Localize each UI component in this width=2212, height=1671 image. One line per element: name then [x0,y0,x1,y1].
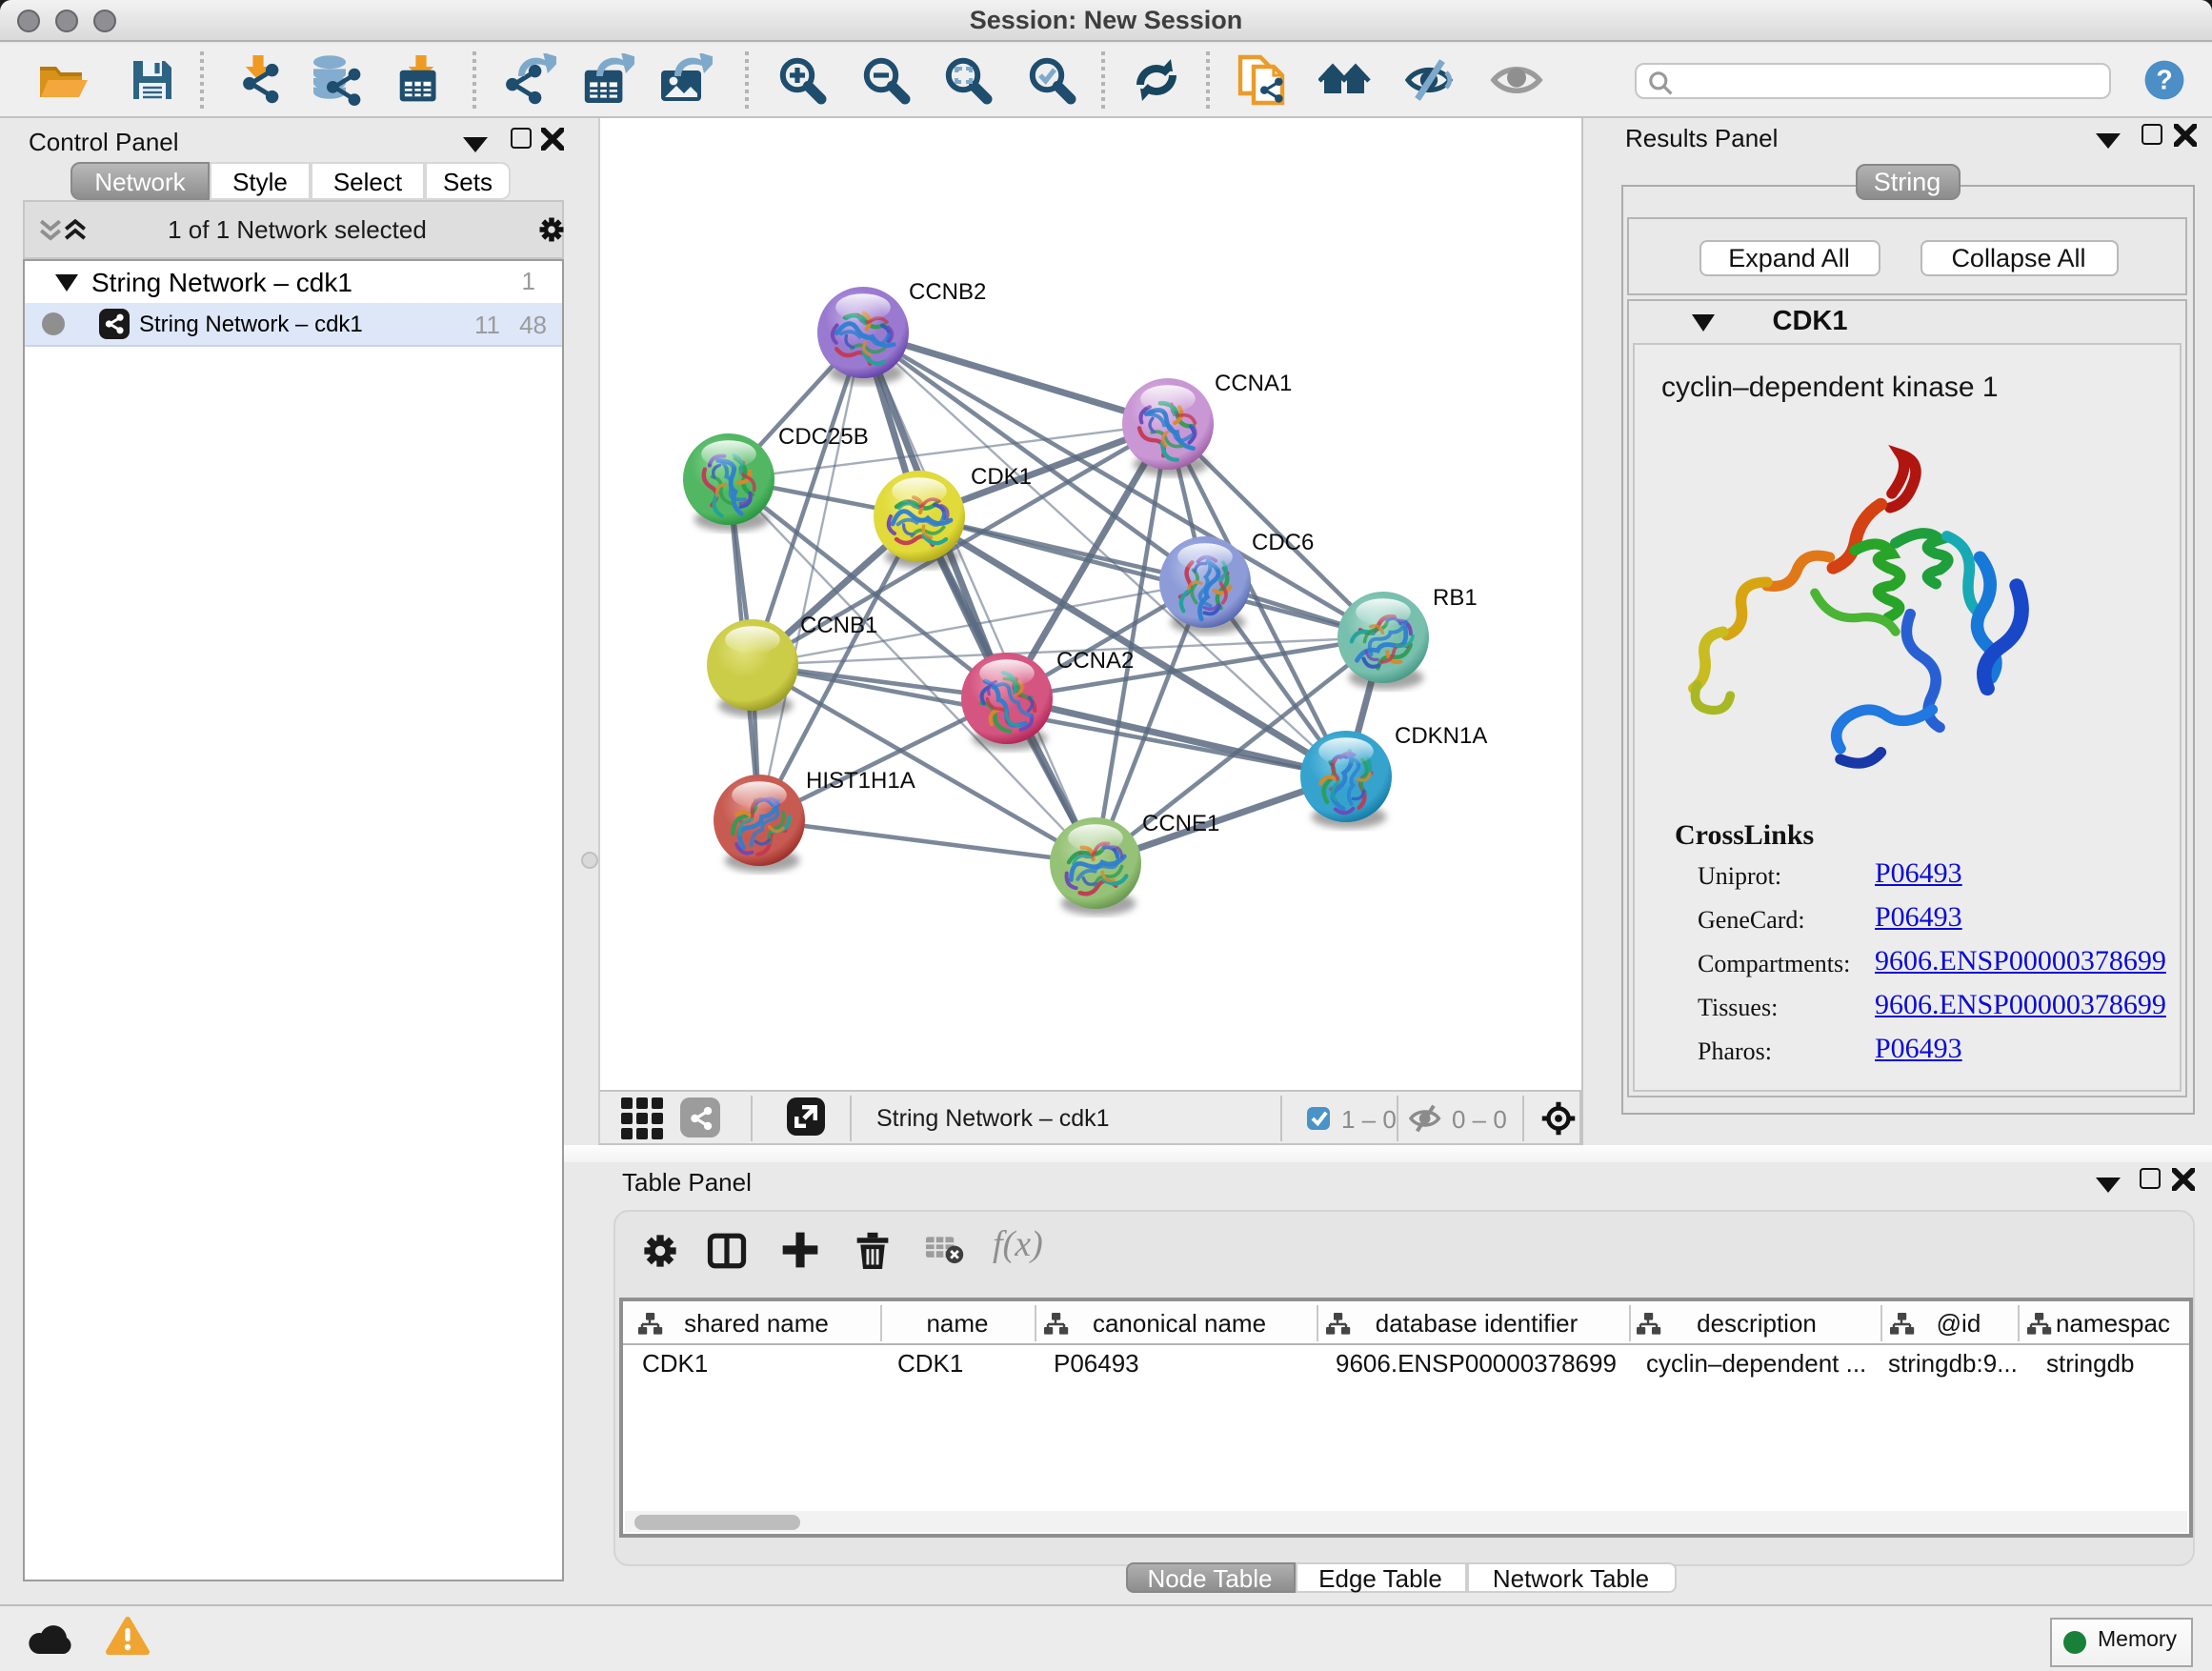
svg-text:CDK1: CDK1 [971,464,1032,490]
svg-text:CCNA1: CCNA1 [1215,371,1292,396]
svg-text:CCNB2: CCNB2 [909,279,986,305]
svg-text:?: ? [2156,64,2172,94]
svg-text:CDKN1A: CDKN1A [1395,723,1487,749]
svg-text:CCNE1: CCNE1 [1142,811,1219,836]
svg-text:RB1: RB1 [1433,585,1478,611]
svg-text:HIST1H1A: HIST1H1A [806,768,915,794]
svg-text:CDC6: CDC6 [1252,530,1314,555]
svg-text:CDC25B: CDC25B [778,424,869,450]
svg-text:CCNA2: CCNA2 [1056,648,1134,674]
svg-text:CCNB1: CCNB1 [800,613,877,638]
